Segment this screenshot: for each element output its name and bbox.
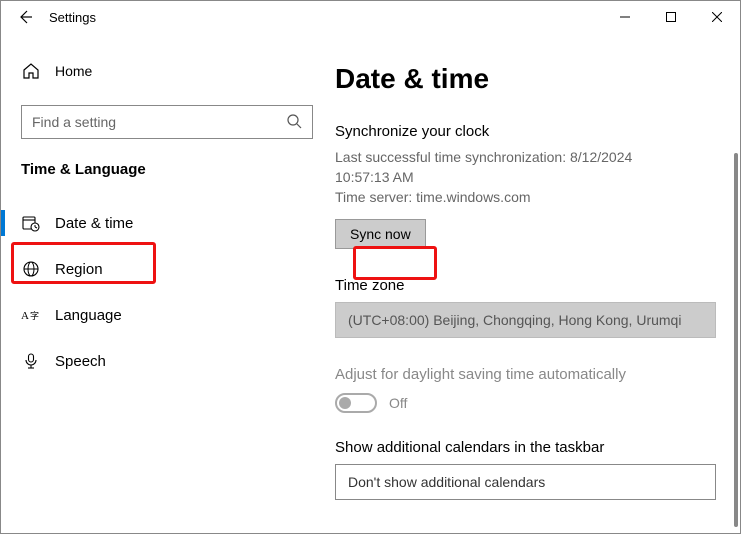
microphone-icon bbox=[21, 352, 41, 370]
page-heading: Date & time bbox=[335, 63, 716, 95]
timezone-dropdown[interactable]: (UTC+08:00) Beijing, Chongqing, Hong Kon… bbox=[335, 302, 716, 338]
sidebar-item-label: Speech bbox=[55, 353, 106, 370]
settings-window: Settings Home bbox=[0, 0, 741, 534]
home-icon bbox=[21, 62, 41, 80]
dst-toggle bbox=[335, 393, 377, 413]
titlebar: Settings bbox=[1, 1, 740, 33]
main-panel: Date & time Synchronize your clock Last … bbox=[331, 33, 740, 533]
timezone-section-title: Time zone bbox=[335, 277, 716, 294]
language-icon: A字 bbox=[21, 306, 41, 324]
dst-label: Adjust for daylight saving time automati… bbox=[335, 366, 716, 383]
minimize-button[interactable] bbox=[602, 1, 648, 33]
sidebar-item-label: Language bbox=[55, 307, 122, 324]
dst-toggle-row: Off bbox=[335, 393, 716, 413]
time-server-text: Time server: time.windows.com bbox=[335, 189, 716, 205]
search-icon bbox=[286, 113, 302, 132]
search-box[interactable] bbox=[21, 105, 313, 139]
search-input[interactable] bbox=[32, 114, 286, 130]
scrollbar[interactable] bbox=[734, 153, 738, 527]
svg-text:A: A bbox=[21, 310, 29, 322]
last-sync-text: Last successful time synchronization: 8/… bbox=[335, 148, 716, 187]
calendar-clock-icon bbox=[21, 214, 41, 232]
last-sync-time: 10:57:13 AM bbox=[335, 169, 414, 185]
sidebar-nav: Date & time Region A字 Language bbox=[1, 200, 313, 384]
sidebar-item-date-time[interactable]: Date & time bbox=[1, 200, 313, 246]
timezone-value: (UTC+08:00) Beijing, Chongqing, Hong Kon… bbox=[348, 312, 681, 328]
calendars-section-title: Show additional calendars in the taskbar bbox=[335, 439, 716, 456]
sync-section-title: Synchronize your clock bbox=[335, 123, 716, 140]
category-title: Time & Language bbox=[21, 161, 313, 178]
back-button[interactable] bbox=[13, 5, 37, 29]
home-label: Home bbox=[55, 63, 92, 79]
sidebar-item-speech[interactable]: Speech bbox=[1, 338, 313, 384]
maximize-icon bbox=[666, 12, 676, 22]
maximize-button[interactable] bbox=[648, 1, 694, 33]
dst-state: Off bbox=[389, 395, 407, 411]
window-controls bbox=[602, 1, 740, 33]
arrow-left-icon bbox=[17, 9, 33, 25]
sidebar-item-label: Region bbox=[55, 261, 103, 278]
last-sync-date: Last successful time synchronization: 8/… bbox=[335, 149, 632, 165]
close-button[interactable] bbox=[694, 1, 740, 33]
home-link[interactable]: Home bbox=[21, 53, 313, 89]
sync-now-button[interactable]: Sync now bbox=[335, 219, 426, 249]
calendars-value: Don't show additional calendars bbox=[348, 474, 545, 490]
sidebar-item-region[interactable]: Region bbox=[1, 246, 313, 292]
content-area: Home Time & Language Date & time bbox=[1, 33, 740, 533]
globe-icon bbox=[21, 260, 41, 278]
sidebar-item-language[interactable]: A字 Language bbox=[1, 292, 313, 338]
sidebar: Home Time & Language Date & time bbox=[1, 33, 331, 533]
minimize-icon bbox=[620, 12, 630, 22]
calendars-dropdown[interactable]: Don't show additional calendars bbox=[335, 464, 716, 500]
close-icon bbox=[712, 12, 722, 22]
sidebar-item-label: Date & time bbox=[55, 215, 133, 232]
window-title: Settings bbox=[49, 10, 96, 25]
svg-text:字: 字 bbox=[30, 310, 39, 321]
